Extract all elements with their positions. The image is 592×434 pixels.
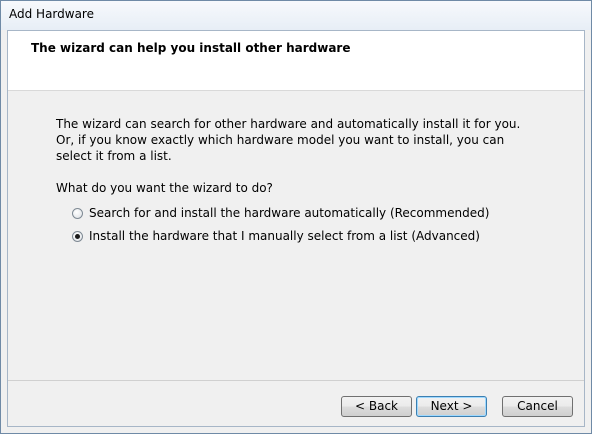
next-button[interactable]: Next > xyxy=(416,396,487,417)
back-button[interactable]: < Back xyxy=(341,396,412,417)
window-title: Add Hardware xyxy=(9,7,94,21)
wizard-description: The wizard can search for other hardware… xyxy=(56,117,521,163)
option-label-manual-select: Install the hardware that I manually sel… xyxy=(89,229,480,243)
option-manual-select[interactable]: Install the hardware that I manually sel… xyxy=(72,228,480,244)
radio-search-automatically[interactable] xyxy=(72,207,83,219)
add-hardware-window: Add Hardware The wizard can help you ins… xyxy=(0,0,592,434)
wizard-header-title: The wizard can help you install other ha… xyxy=(31,41,351,55)
option-label-search-automatically: Search for and install the hardware auto… xyxy=(89,206,490,220)
wizard-header: The wizard can help you install other ha… xyxy=(8,31,584,91)
footer-divider xyxy=(8,380,584,381)
wizard-content: The wizard can search for other hardware… xyxy=(8,91,584,381)
wizard-panel: The wizard can help you install other ha… xyxy=(7,30,585,427)
wizard-question: What do you want the wizard to do? xyxy=(56,181,273,195)
title-bar[interactable]: Add Hardware xyxy=(1,1,591,30)
radio-manual-select[interactable] xyxy=(72,230,83,242)
option-search-automatically[interactable]: Search for and install the hardware auto… xyxy=(72,205,489,221)
cancel-button[interactable]: Cancel xyxy=(502,396,573,417)
